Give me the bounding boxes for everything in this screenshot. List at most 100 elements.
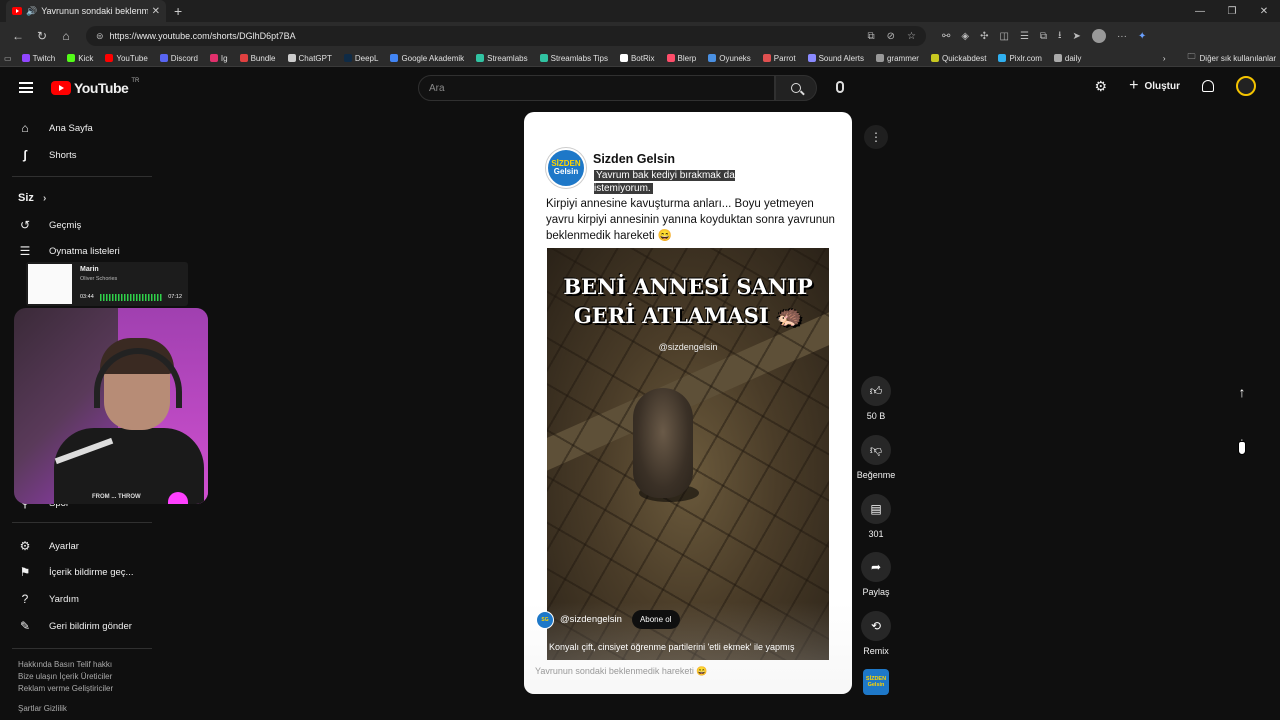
channel-logo[interactable]: SİZDEN Gelsin bbox=[546, 148, 586, 188]
comments-button[interactable]: ▤ 301 bbox=[856, 494, 896, 539]
bookmark-item[interactable]: Oyuneks bbox=[708, 54, 751, 63]
sidebar-item-help[interactable]: ? Yardım bbox=[18, 592, 79, 606]
bookmark-item[interactable]: DeepL bbox=[343, 54, 378, 63]
bookmark-item[interactable]: grammer bbox=[875, 54, 919, 63]
create-button[interactable]: + Oluştur bbox=[1129, 77, 1180, 95]
bookmark-item[interactable]: ChatGPT bbox=[287, 54, 332, 63]
dislike-button[interactable]: 👎︎ Beğenme bbox=[856, 435, 896, 480]
footer-links-3[interactable]: Reklam verme Geliştiriciler bbox=[18, 684, 113, 693]
bookmark-item[interactable]: YouTube bbox=[105, 54, 148, 63]
sidebar-item-history[interactable]: ↺ Geçmiş bbox=[18, 218, 81, 232]
overlay-channel-avatar[interactable]: SG bbox=[536, 610, 554, 629]
hamburger-menu-icon[interactable] bbox=[19, 82, 33, 93]
bookmark-item[interactable]: Parrot bbox=[762, 53, 796, 63]
favorite-star-icon[interactable]: ☆ bbox=[907, 31, 916, 42]
other-bookmarks-label: Diğer sık kullanılanlar bbox=[1199, 53, 1276, 63]
song-artist: Oliver Schories bbox=[80, 276, 118, 282]
channel-name[interactable]: Sizden Gelsin bbox=[593, 152, 675, 166]
overlay-channel-handle[interactable]: @sizdengelsin bbox=[560, 614, 622, 625]
read-aloud-icon[interactable]: ◈ bbox=[961, 31, 969, 42]
audio-source-thumbnail[interactable]: SİZDEN Gelsin bbox=[863, 669, 889, 695]
app-install-icon[interactable]: ⧉ bbox=[868, 31, 875, 42]
speaker-icon[interactable]: 🔊 bbox=[26, 6, 37, 17]
sidebar-item-report[interactable]: ⚑ İçerik bildirme geç... bbox=[18, 565, 134, 579]
previous-short-arrow-icon[interactable]: ↑ bbox=[1228, 378, 1256, 406]
bookmark-item[interactable]: Google Akademik bbox=[390, 54, 464, 63]
bookmark-item[interactable]: Twitch bbox=[21, 54, 55, 63]
bookmark-label: Discord bbox=[170, 53, 198, 63]
sidebar-item-settings[interactable]: ⚙ Ayarlar bbox=[18, 539, 79, 553]
webcam-overlay: FROM ... THROW bbox=[14, 308, 208, 504]
more-menu-icon[interactable]: ··· bbox=[1117, 31, 1127, 42]
bookmark-item[interactable]: Blerp bbox=[666, 54, 696, 63]
footer-links-1[interactable]: Hakkında Basın Telif hakkı bbox=[18, 660, 112, 669]
voice-search-icon[interactable] bbox=[836, 81, 844, 93]
youtube-logo[interactable]: YouTube TR bbox=[51, 78, 139, 96]
sidebar-item-home[interactable]: ⌂ Ana Sayfa bbox=[18, 121, 93, 135]
bookmarks-overflow-icon[interactable]: › bbox=[1163, 54, 1166, 63]
search-input[interactable]: Ara bbox=[418, 75, 775, 101]
bookmark-item[interactable]: Streamlabs bbox=[476, 54, 528, 63]
footer-links-4[interactable]: Şartlar Gizlilik bbox=[18, 704, 67, 713]
account-avatar[interactable] bbox=[1236, 76, 1256, 96]
new-tab-button[interactable]: + bbox=[174, 3, 182, 19]
remix-button[interactable]: ⟲ Remix bbox=[856, 611, 896, 656]
puzzle-extensions-icon[interactable]: ✣ bbox=[980, 31, 988, 42]
bookmark-item[interactable]: BotRix bbox=[619, 54, 655, 63]
home-button[interactable]: ⌂ bbox=[54, 29, 78, 43]
other-bookmarks[interactable]: › 🗀 Diğer sık kullanılanlar bbox=[1163, 51, 1276, 65]
sidebar-you-header[interactable]: Siz › bbox=[18, 192, 46, 204]
like-button[interactable]: 👍︎ 50 B bbox=[856, 376, 896, 421]
studio-gear-icon[interactable]: ⚙ bbox=[1095, 78, 1108, 95]
create-label: Oluştur bbox=[1144, 80, 1180, 92]
sidebar-item-playlists[interactable]: ☰ Oynatma listeleri bbox=[18, 244, 120, 258]
back-button[interactable]: ← bbox=[6, 29, 30, 43]
search-button[interactable] bbox=[775, 75, 817, 101]
feedback-icon: ✎ bbox=[19, 619, 31, 633]
sidebar-item-feedback[interactable]: ✎ Geri bildirim gönder bbox=[18, 619, 132, 633]
bookmark-list: Twitch Kick YouTube Discord Ig Bundle ChatGPT D… bbox=[21, 53, 1094, 63]
more-options-button[interactable]: ⋮ bbox=[864, 125, 888, 149]
browser-tab[interactable]: 🔊 Yavrunun sondaki beklenme ✕ bbox=[6, 0, 166, 22]
close-tab-icon[interactable]: ✕ bbox=[152, 6, 160, 17]
minimize-button[interactable]: — bbox=[1184, 6, 1216, 17]
bookmark-favicon-icon bbox=[666, 54, 675, 62]
bookmark-item[interactable]: Bundle bbox=[239, 54, 276, 63]
bookmark-item[interactable]: Sound Alerts bbox=[807, 54, 864, 63]
apps-icon[interactable]: ▭ bbox=[4, 54, 12, 63]
profile-avatar[interactable] bbox=[1091, 29, 1106, 43]
sidebar-item-shorts[interactable]: ʃ Shorts bbox=[18, 148, 76, 162]
share-icon[interactable]: ➤ bbox=[1073, 31, 1081, 42]
bookmark-item[interactable]: Ig bbox=[209, 54, 228, 63]
bookmark-label: Parrot bbox=[773, 53, 796, 63]
site-info-icon[interactable]: ⊜ bbox=[96, 31, 104, 42]
extension-icon[interactable]: ⚯ bbox=[942, 31, 950, 42]
subscribe-button[interactable]: Abone ol bbox=[631, 610, 680, 629]
tracking-prevention-icon[interactable]: ⊘ bbox=[887, 31, 895, 42]
bookmark-item[interactable]: daily bbox=[1053, 54, 1081, 63]
copilot-icon[interactable]: ✦ bbox=[1138, 31, 1146, 42]
close-window-button[interactable]: ✕ bbox=[1248, 6, 1280, 17]
maximize-button[interactable]: ❐ bbox=[1216, 6, 1248, 17]
split-screen-icon[interactable]: ◫ bbox=[999, 31, 1008, 42]
sidebar-item-label: İçerik bildirme geç... bbox=[49, 566, 134, 578]
music-line[interactable]: Konyalı çift, cinsiyet öğrenme partileri… bbox=[549, 642, 795, 652]
footer-links-2[interactable]: Bize ulaşın İçerik Üreticiler bbox=[18, 672, 112, 681]
favorites-icon[interactable]: ☰ bbox=[1020, 31, 1029, 42]
share-button[interactable]: ➦ Paylaş bbox=[856, 552, 896, 597]
url-field[interactable]: ⊜ https://www.youtube.com/shorts/DGlhD6p… bbox=[86, 26, 926, 46]
bookmark-item[interactable]: Kick bbox=[67, 54, 93, 63]
help-icon: ? bbox=[21, 592, 29, 606]
sidebar-item-label: Ana Sayfa bbox=[49, 122, 93, 134]
video-frame[interactable]: BENİ ANNESİ SANIP GERİ ATLAMASI 🦔 @sizde… bbox=[547, 248, 829, 660]
collections-icon[interactable]: ⧉ bbox=[1040, 31, 1047, 42]
refresh-button[interactable]: ↻ bbox=[30, 29, 54, 43]
address-toolbar: ← ↻ ⌂ ⊜ https://www.youtube.com/shorts/D… bbox=[0, 22, 1280, 50]
notifications-bell-icon[interactable] bbox=[1202, 80, 1214, 92]
bookmark-item[interactable]: Pixlr.com bbox=[998, 54, 1042, 63]
bookmark-item[interactable]: Streamlabs Tips bbox=[539, 54, 608, 63]
bookmark-item[interactable]: Quickabdest bbox=[930, 54, 986, 63]
bookmark-item[interactable]: Discord bbox=[159, 53, 198, 63]
downloads-icon[interactable]: ⭳ bbox=[1058, 28, 1062, 45]
short-player[interactable]: SİZDEN Gelsin Sizden Gelsin Yavrum bak k… bbox=[524, 112, 852, 694]
